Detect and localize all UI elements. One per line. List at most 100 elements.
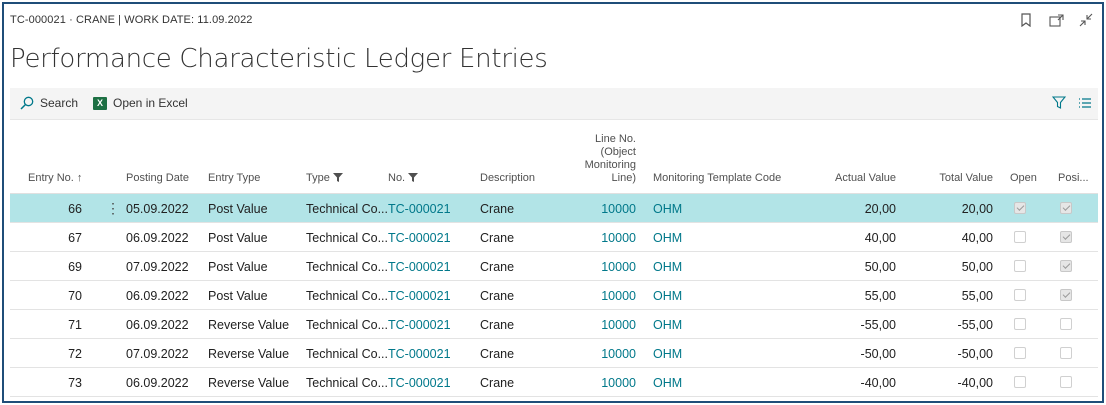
cell-actual-value: -40,00 [860,376,896,390]
cell-total-value: 55,00 [961,289,993,303]
cell-no[interactable]: TC-000021 [388,318,451,332]
col-line-no[interactable]: Line No. (Object Monitoring Line) [570,133,636,185]
cell-no[interactable]: TC-000021 [388,202,451,216]
col-open[interactable]: Open [1010,172,1037,185]
cell-description: Crane [480,289,515,303]
open-checkbox[interactable] [1014,289,1026,301]
table-row[interactable]: 66 05.09.2022 Post Value Technical Co... TC-… [10,194,1098,223]
col-type[interactable]: Type [306,172,343,185]
cell-template[interactable]: OHM [653,260,682,274]
open-checkbox[interactable] [1014,231,1026,243]
cell-template[interactable]: OHM [653,202,682,216]
open-checkbox[interactable] [1014,376,1026,388]
table-row[interactable]: 70 06.09.2022 Post Value Technical Co... TC-… [10,281,1098,310]
cell-posting-date: 06.09.2022 [126,231,189,245]
open-checkbox[interactable] [1014,202,1026,214]
col-posting-date[interactable]: Posting Date [126,172,189,185]
cell-no[interactable]: TC-000021 [388,376,451,390]
cell-entry-no: 67 [68,231,82,245]
open-checkbox[interactable] [1014,347,1026,359]
cell-entry-type: Reverse Value [208,347,290,361]
col-template[interactable]: Monitoring Template Code [653,172,781,185]
cell-entry-no: 70 [68,289,82,303]
table-row[interactable]: 73 06.09.2022 Reverse Value Technical Co...… [10,368,1098,397]
cell-entry-no: 69 [68,260,82,274]
cell-entry-type: Post Value [208,231,268,245]
cell-description: Crane [480,202,515,216]
row-menu-icon[interactable]: ⋮ [106,200,120,217]
cell-type: Technical Co... [306,347,388,361]
page-frame: TC-000021 · CRANE | WORK DATE: 11.09.202… [2,2,1104,403]
filter-icon [332,173,343,182]
cell-entry-no: 72 [68,347,82,361]
cell-actual-value: 50,00 [864,260,896,274]
table-header: Entry No. ↑ Posting Date Entry Type Type… [10,122,1098,194]
bookmark-icon[interactable] [1018,12,1034,28]
col-actual-value[interactable]: Actual Value [796,172,896,185]
search-icon [20,96,34,110]
top-bar: TC-000021 · CRANE | WORK DATE: 11.09.202… [4,4,1102,42]
cell-line-no[interactable]: 10000 [570,376,636,390]
cell-template[interactable]: OHM [653,376,682,390]
cell-actual-value: -50,00 [860,347,896,361]
cell-description: Crane [480,318,515,332]
cell-line-no[interactable]: 10000 [570,231,636,245]
cell-total-value: 40,00 [961,231,993,245]
col-type-label: Type [306,172,330,184]
col-line-no-2: (Object [600,146,636,158]
col-no[interactable]: No. [388,172,419,185]
table-row[interactable]: 71 06.09.2022 Reverse Value Technical Co...… [10,310,1098,339]
positive-checkbox[interactable] [1060,289,1072,301]
cell-entry-type: Reverse Value [208,376,290,390]
cell-no[interactable]: TC-000021 [388,231,451,245]
cell-posting-date: 06.09.2022 [126,376,189,390]
cell-description: Crane [480,347,515,361]
collapse-icon[interactable] [1078,12,1094,28]
cell-posting-date: 06.09.2022 [126,289,189,303]
page-title: Performance Characteristic Ledger Entrie… [10,44,548,74]
cell-type: Technical Co... [306,318,388,332]
cell-line-no[interactable]: 10000 [570,318,636,332]
excel-icon: X [93,96,107,110]
cell-entry-no: 66 [68,202,82,216]
cell-line-no[interactable]: 10000 [570,347,636,361]
cell-template[interactable]: OHM [653,289,682,303]
col-description[interactable]: Description [480,172,535,185]
open-checkbox[interactable] [1014,260,1026,272]
col-total-value[interactable]: Total Value [904,172,993,185]
cell-template[interactable]: OHM [653,318,682,332]
cell-no[interactable]: TC-000021 [388,289,451,303]
col-entry-no[interactable]: Entry No. ↑ [28,172,82,185]
open-checkbox[interactable] [1014,318,1026,330]
positive-checkbox[interactable] [1060,376,1072,388]
cell-total-value: -40,00 [957,376,993,390]
positive-checkbox[interactable] [1060,202,1072,214]
cell-line-no[interactable]: 10000 [570,260,636,274]
cell-line-no[interactable]: 10000 [570,202,636,216]
cell-no[interactable]: TC-000021 [388,260,451,274]
cell-posting-date: 05.09.2022 [126,202,189,216]
table-row[interactable]: 67 06.09.2022 Post Value Technical Co... TC-… [10,223,1098,252]
cell-line-no[interactable]: 10000 [570,289,636,303]
list-view-icon[interactable] [1078,96,1092,114]
positive-checkbox[interactable] [1060,260,1072,272]
cell-template[interactable]: OHM [653,347,682,361]
cell-posting-date: 07.09.2022 [126,260,189,274]
positive-checkbox[interactable] [1060,347,1072,359]
positive-checkbox[interactable] [1060,231,1072,243]
cell-total-value: 50,00 [961,260,993,274]
col-entry-type[interactable]: Entry Type [208,172,260,185]
table-row[interactable]: 72 07.09.2022 Reverse Value Technical Co...… [10,339,1098,368]
cell-entry-type: Post Value [208,260,268,274]
positive-checkbox[interactable] [1060,318,1072,330]
table-row[interactable]: 69 07.09.2022 Post Value Technical Co... TC-… [10,252,1098,281]
cell-template[interactable]: OHM [653,231,682,245]
open-in-excel-button[interactable]: X Open in Excel [93,96,188,110]
open-new-window-icon[interactable] [1048,12,1064,28]
breadcrumb: TC-000021 · CRANE | WORK DATE: 11.09.202… [10,14,253,26]
col-line-no-4: Line) [611,172,636,184]
cell-no[interactable]: TC-000021 [388,347,451,361]
filter-pane-icon[interactable] [1051,96,1067,114]
col-posi[interactable]: Posi... [1058,172,1089,185]
search-button[interactable]: Search [20,96,78,110]
